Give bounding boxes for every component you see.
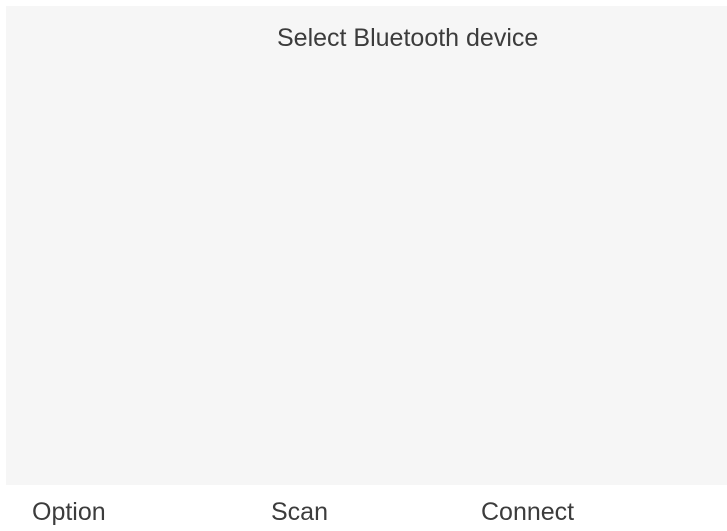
option-softkey[interactable]: Option: [32, 497, 106, 527]
page-title: Select Bluetooth device: [277, 24, 539, 52]
bluetooth-device-list[interactable]: [6, 60, 727, 480]
softkey-bar: Option Scan Connect: [0, 485, 727, 531]
connect-softkey[interactable]: Connect: [481, 497, 574, 527]
scan-softkey[interactable]: Scan: [271, 497, 328, 527]
phone-screen: Select Bluetooth device Option Scan Conn…: [0, 0, 727, 531]
